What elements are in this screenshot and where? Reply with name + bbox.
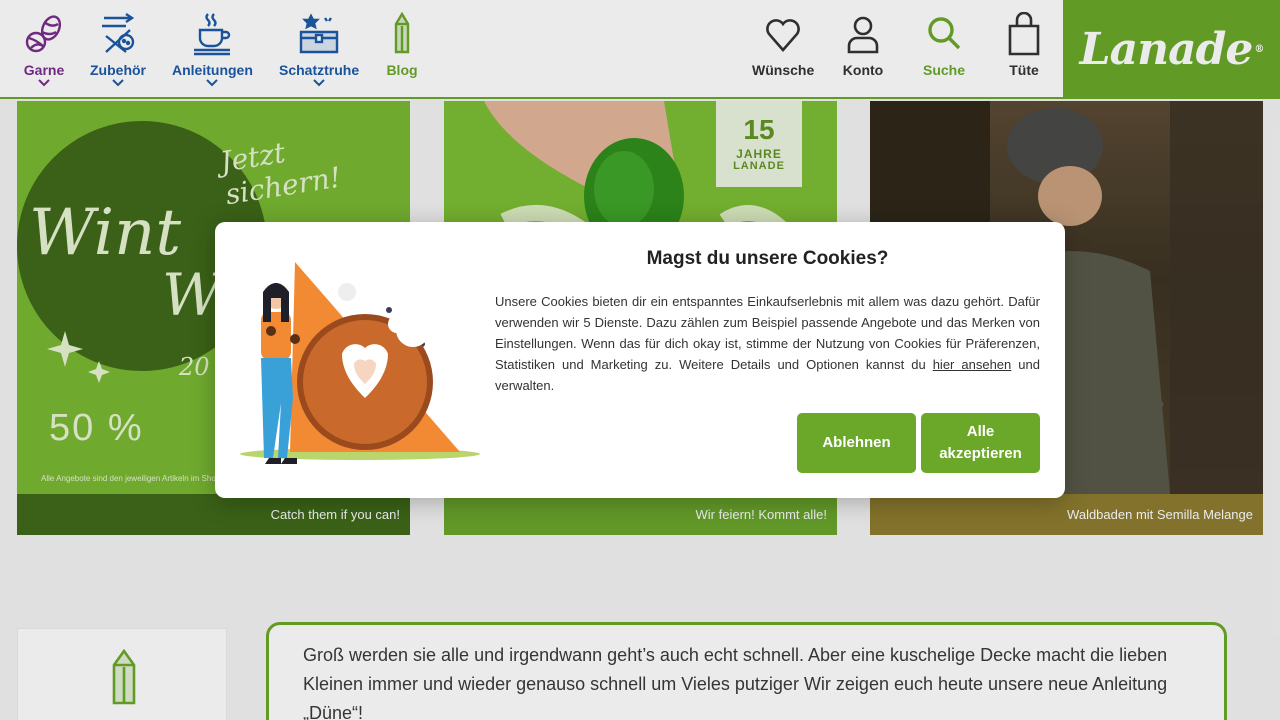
nav-garne-label: Garne [23, 62, 65, 78]
promo-percent: 50 % [49, 407, 144, 449]
pencil-icon [112, 649, 136, 705]
nav-schatztruhe[interactable]: Schatztruhe [279, 12, 359, 87]
cookie-dialog: Magst du unsere Cookies? Unsere Cookies … [215, 222, 1065, 498]
blog-teaser-text: Groß werden sie alle und irgendwann geht… [303, 645, 1168, 720]
nav-anleitungen[interactable]: Anleitungen [172, 12, 253, 87]
nav-wuensche[interactable]: Wünsche [752, 12, 814, 78]
badge-number: 15 [743, 114, 775, 145]
nav-schatztruhe-label: Schatztruhe [279, 62, 360, 78]
promo-word-winter: Wint [29, 196, 182, 270]
nav-zubehoer-label: Zubehör [90, 62, 146, 78]
search-icon [928, 17, 961, 50]
chevron-down-icon [313, 79, 325, 87]
tile-caption: Catch them if you can! [17, 494, 410, 535]
badge-label-lanade: LANADE [733, 160, 785, 172]
nav-zubehoer[interactable]: Zubehör [90, 12, 146, 87]
accessories-icon [102, 13, 135, 53]
treasure-chest-icon [299, 13, 339, 54]
site-logo[interactable]: Lanade ® [1063, 0, 1280, 98]
cookie-illustration [240, 262, 480, 464]
blog-teaser: Groß werden sie alle und irgendwann geht… [266, 622, 1227, 720]
instructions-icon [194, 13, 231, 56]
nav-blog[interactable]: Blog [384, 12, 420, 78]
nav-blog-label: Blog [386, 62, 418, 78]
chevron-down-icon [112, 79, 124, 87]
nav-suche-label: Suche [922, 62, 965, 78]
nav-konto-label: Konto [842, 62, 884, 78]
promo-word-w: W [162, 261, 222, 329]
cookie-details-link[interactable]: hier ansehen [933, 357, 1012, 372]
nav-tuete-label: Tüte [1009, 62, 1039, 78]
decline-cookies-button[interactable]: Ablehnen [797, 413, 916, 473]
cookie-dialog-title: Magst du unsere Cookies? [646, 248, 889, 269]
accept-all-cookies-button[interactable]: Alle akzeptieren [921, 413, 1040, 473]
bag-icon [1008, 12, 1040, 56]
promo-year: 20 [179, 353, 210, 381]
nav-anleitungen-label: Anleitungen [172, 62, 253, 78]
user-icon [847, 16, 879, 54]
logo-text: Lanade [1079, 23, 1254, 75]
chevron-down-icon [206, 79, 219, 87]
yarn-icon [25, 15, 62, 53]
nav-wuensche-label: Wünsche [752, 62, 815, 78]
cookie-dialog-body: Unsere Cookies bieten dir ein entspannte… [495, 291, 1040, 396]
heart-icon [766, 19, 800, 52]
nav-suche[interactable]: Suche [922, 12, 966, 78]
tile-caption: Waldbaden mit Semilla Melange [870, 494, 1263, 535]
promo-fineprint: Alle Angebote sind den jeweiligen Artike… [41, 474, 216, 483]
nav-tuete[interactable]: Tüte [1006, 12, 1042, 78]
blog-side-card [17, 628, 227, 720]
tile-caption: Wir feiern! Kommt alle! [444, 494, 837, 535]
site-header: Garne Zubehör Anleitungen Schatztruhe Bl… [0, 0, 1280, 99]
nav-garne[interactable]: Garne [22, 12, 66, 87]
logo-registered-mark: ® [1254, 43, 1264, 55]
anniversary-badge: 15 JAHRE LANADE [716, 101, 802, 187]
badge-label-jahre: JAHRE [736, 147, 782, 161]
pencil-icon [394, 12, 410, 54]
chevron-down-icon [38, 79, 50, 87]
nav-konto[interactable]: Konto [841, 12, 885, 78]
